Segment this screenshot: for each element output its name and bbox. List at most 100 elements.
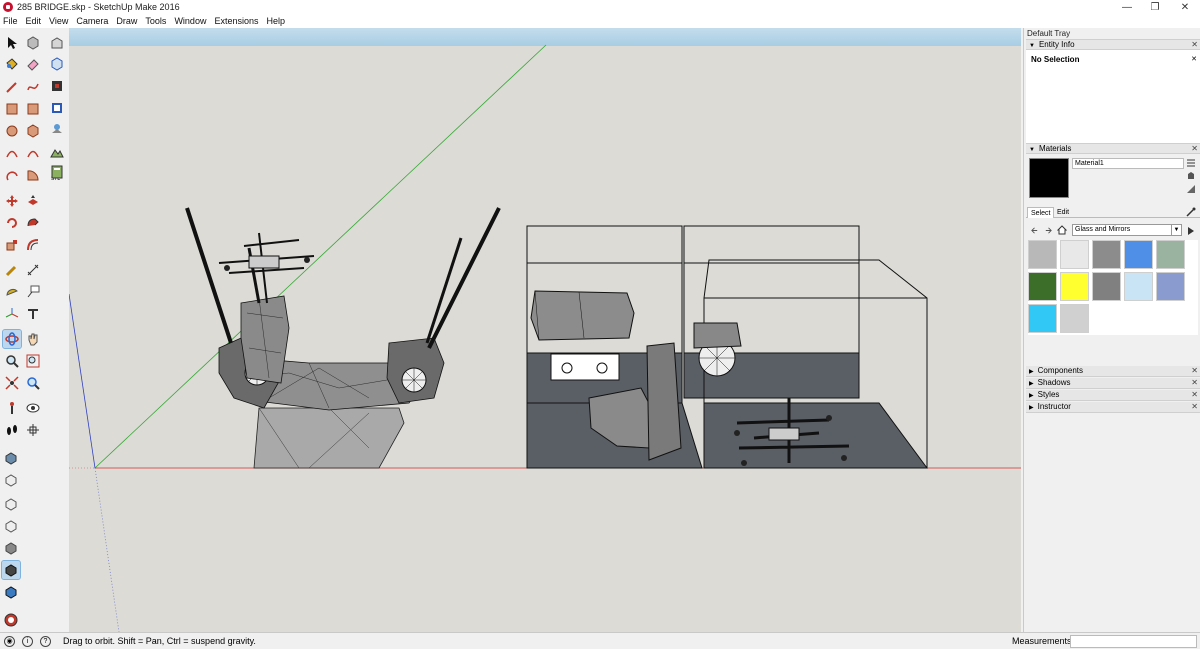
tab-edit[interactable]: Edit [1054, 207, 1072, 218]
material-swatch[interactable] [1028, 304, 1057, 333]
move-tool[interactable] [3, 192, 21, 210]
terrain-button[interactable] [48, 143, 66, 161]
current-material-swatch[interactable] [1029, 158, 1069, 198]
line-tool[interactable] [3, 78, 21, 96]
shadows-close-icon[interactable]: ✕ [1191, 378, 1198, 388]
display-secondary-browser-icon[interactable] [1186, 158, 1196, 168]
zoom-extents-tool[interactable] [3, 374, 21, 392]
home-icon[interactable] [1057, 225, 1067, 235]
forward-arrow-icon[interactable] [1044, 226, 1053, 235]
parts-layout[interactable] [526, 225, 928, 469]
geo-location-icon[interactable]: ◉ [4, 636, 15, 647]
select-tool[interactable] [3, 34, 21, 52]
entity-info-header[interactable]: ▼ Entity Info ✕ [1026, 39, 1200, 50]
minimize-button[interactable]: — [1112, 0, 1142, 14]
calculator-button[interactable] [48, 163, 66, 181]
components-header[interactable]: ▶ Components ✕ [1026, 366, 1200, 377]
pan-tool[interactable] [24, 330, 42, 348]
orbit-tool[interactable] [2, 329, 22, 349]
eraser-tool[interactable] [24, 55, 42, 73]
extension-warehouse-button[interactable] [48, 77, 66, 95]
material-name-field[interactable]: Material1 [1072, 158, 1184, 169]
material-swatch[interactable] [1028, 240, 1057, 269]
material-swatch[interactable] [1124, 240, 1153, 269]
material-swatch[interactable] [1060, 304, 1089, 333]
front-view-button[interactable] [2, 495, 20, 513]
dimension-tool[interactable] [24, 261, 42, 279]
components-close-icon[interactable]: ✕ [1191, 366, 1198, 376]
measurements-input[interactable] [1070, 635, 1197, 648]
rotate-tool[interactable] [3, 214, 21, 232]
menu-edit[interactable]: Edit [26, 16, 42, 26]
entity-info-close-icon[interactable]: ✕ [1191, 40, 1198, 50]
tab-select[interactable]: Select [1027, 207, 1055, 218]
polygon-tool[interactable] [24, 122, 42, 140]
axes-tool[interactable] [3, 305, 21, 323]
3d-text-tool[interactable] [24, 305, 42, 323]
iso-view-button[interactable] [2, 449, 20, 467]
rotated-rectangle-tool[interactable] [24, 100, 42, 118]
rectangle-tool[interactable] [3, 100, 21, 118]
sample-paint-icon[interactable] [1186, 207, 1196, 217]
section-plane-tool[interactable] [24, 421, 42, 439]
shaded-style-button[interactable] [1, 560, 21, 580]
materials-close-icon[interactable]: ✕ [1191, 144, 1198, 154]
styles-header[interactable]: ▶ Styles ✕ [1026, 390, 1200, 401]
menu-file[interactable]: File [3, 16, 18, 26]
zoom-window-tool[interactable] [24, 352, 42, 370]
credits-icon[interactable]: i [22, 636, 33, 647]
material-library-select[interactable]: Glass and Mirrors ▼ [1072, 224, 1182, 236]
extension-manager-button[interactable] [48, 99, 66, 117]
circle-tool[interactable] [3, 122, 21, 140]
paint-bucket-tool[interactable] [3, 55, 21, 73]
menu-extensions[interactable]: Extensions [214, 16, 258, 26]
details-arrow-icon[interactable] [1186, 226, 1196, 236]
default-material-icon[interactable] [1186, 184, 1196, 194]
menu-help[interactable]: Help [266, 16, 285, 26]
styles-close-icon[interactable]: ✕ [1191, 390, 1198, 400]
maximize-button[interactable]: ❐ [1140, 0, 1170, 14]
menu-window[interactable]: Window [174, 16, 206, 26]
position-camera-tool[interactable] [3, 399, 21, 417]
add-location-button[interactable] [48, 121, 66, 139]
entity-info-toggle-icon[interactable]: ✕ [1191, 55, 1197, 63]
offset-tool[interactable] [24, 236, 42, 254]
material-swatch[interactable] [1092, 272, 1121, 301]
previous-view-tool[interactable] [24, 374, 42, 392]
shadows-header[interactable]: ▶ Shadows ✕ [1026, 378, 1200, 389]
material-swatch[interactable] [1092, 240, 1121, 269]
create-material-icon[interactable] [1186, 171, 1196, 181]
two-point-arc-tool[interactable] [24, 144, 42, 162]
zoom-tool[interactable] [3, 352, 21, 370]
arc-tool[interactable] [3, 144, 21, 162]
material-swatch[interactable] [1156, 272, 1185, 301]
instructor-header[interactable]: ▶ Instructor ✕ [1026, 402, 1200, 413]
make-component-tool[interactable] [24, 34, 42, 52]
tape-measure-tool[interactable] [3, 261, 21, 279]
menu-view[interactable]: View [49, 16, 68, 26]
model-info-button[interactable] [2, 611, 20, 629]
materials-header[interactable]: ▼ Materials ✕ [1026, 143, 1200, 154]
menu-tools[interactable]: Tools [145, 16, 166, 26]
instructor-close-icon[interactable]: ✕ [1191, 402, 1198, 412]
material-swatch[interactable] [1028, 272, 1057, 301]
back-view-button[interactable] [2, 539, 20, 557]
right-view-button[interactable] [2, 517, 20, 535]
model-viewport[interactable] [69, 28, 1021, 632]
textured-style-button[interactable] [2, 583, 20, 601]
walk-tool[interactable] [3, 421, 21, 439]
push-pull-tool[interactable] [24, 192, 42, 210]
help-icon[interactable]: ? [40, 636, 51, 647]
text-tool[interactable] [24, 283, 42, 301]
top-view-button[interactable] [2, 471, 20, 489]
menu-draw[interactable]: Draw [116, 16, 137, 26]
freehand-tool[interactable] [24, 78, 42, 96]
material-swatch[interactable] [1156, 240, 1185, 269]
look-around-tool[interactable] [24, 399, 42, 417]
follow-me-tool[interactable] [24, 214, 42, 232]
share-model-button[interactable] [48, 55, 66, 73]
material-swatch[interactable] [1124, 272, 1153, 301]
material-swatch[interactable] [1060, 272, 1089, 301]
three-point-arc-tool[interactable] [3, 166, 21, 184]
menu-camera[interactable]: Camera [76, 16, 108, 26]
